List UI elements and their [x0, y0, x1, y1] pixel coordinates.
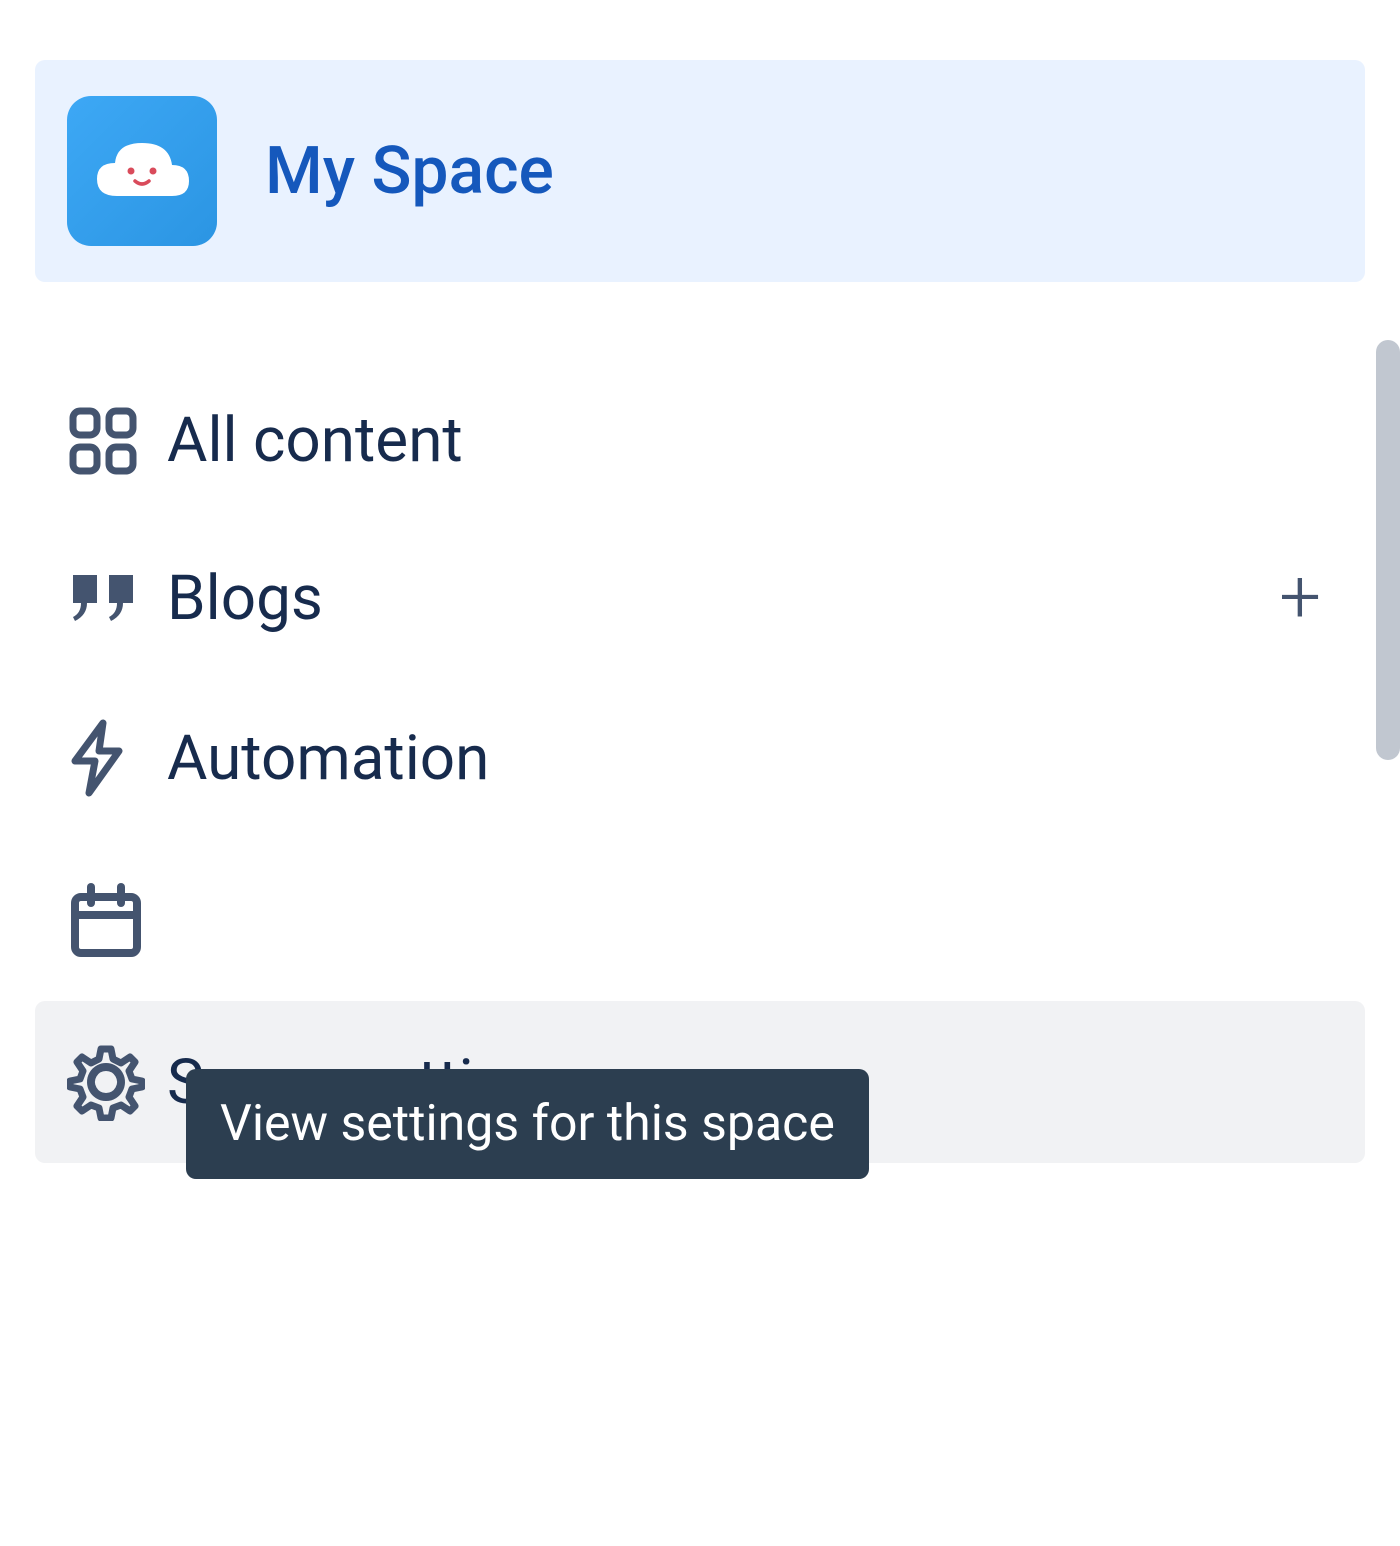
nav-label: Blogs — [167, 562, 1267, 635]
sidebar-item-automation[interactable]: Automation — [35, 677, 1365, 839]
sidebar-item-all-content[interactable]: All content — [35, 362, 1365, 519]
calendar-icon — [67, 881, 167, 959]
space-avatar — [67, 96, 217, 246]
sidebar-item-calendars[interactable] — [35, 839, 1365, 1001]
sidebar-item-blogs[interactable]: Blogs + — [35, 519, 1365, 677]
scrollbar[interactable] — [1376, 340, 1400, 760]
nav-list: All content Blogs + Automation — [35, 362, 1365, 1163]
gear-icon — [67, 1043, 167, 1121]
tooltip: View settings for this space — [186, 1069, 869, 1179]
nav-label: Automation — [167, 722, 1333, 795]
add-blog-button[interactable]: + — [1267, 561, 1333, 635]
sidebar: My Space All content Blogs + — [0, 0, 1400, 1546]
space-title: My Space — [265, 133, 554, 210]
quote-icon — [67, 569, 167, 627]
space-header[interactable]: My Space — [35, 60, 1365, 282]
grid-icon — [67, 405, 167, 477]
cloud-icon — [87, 131, 197, 211]
nav-label: All content — [167, 404, 1333, 477]
bolt-icon — [67, 719, 167, 797]
